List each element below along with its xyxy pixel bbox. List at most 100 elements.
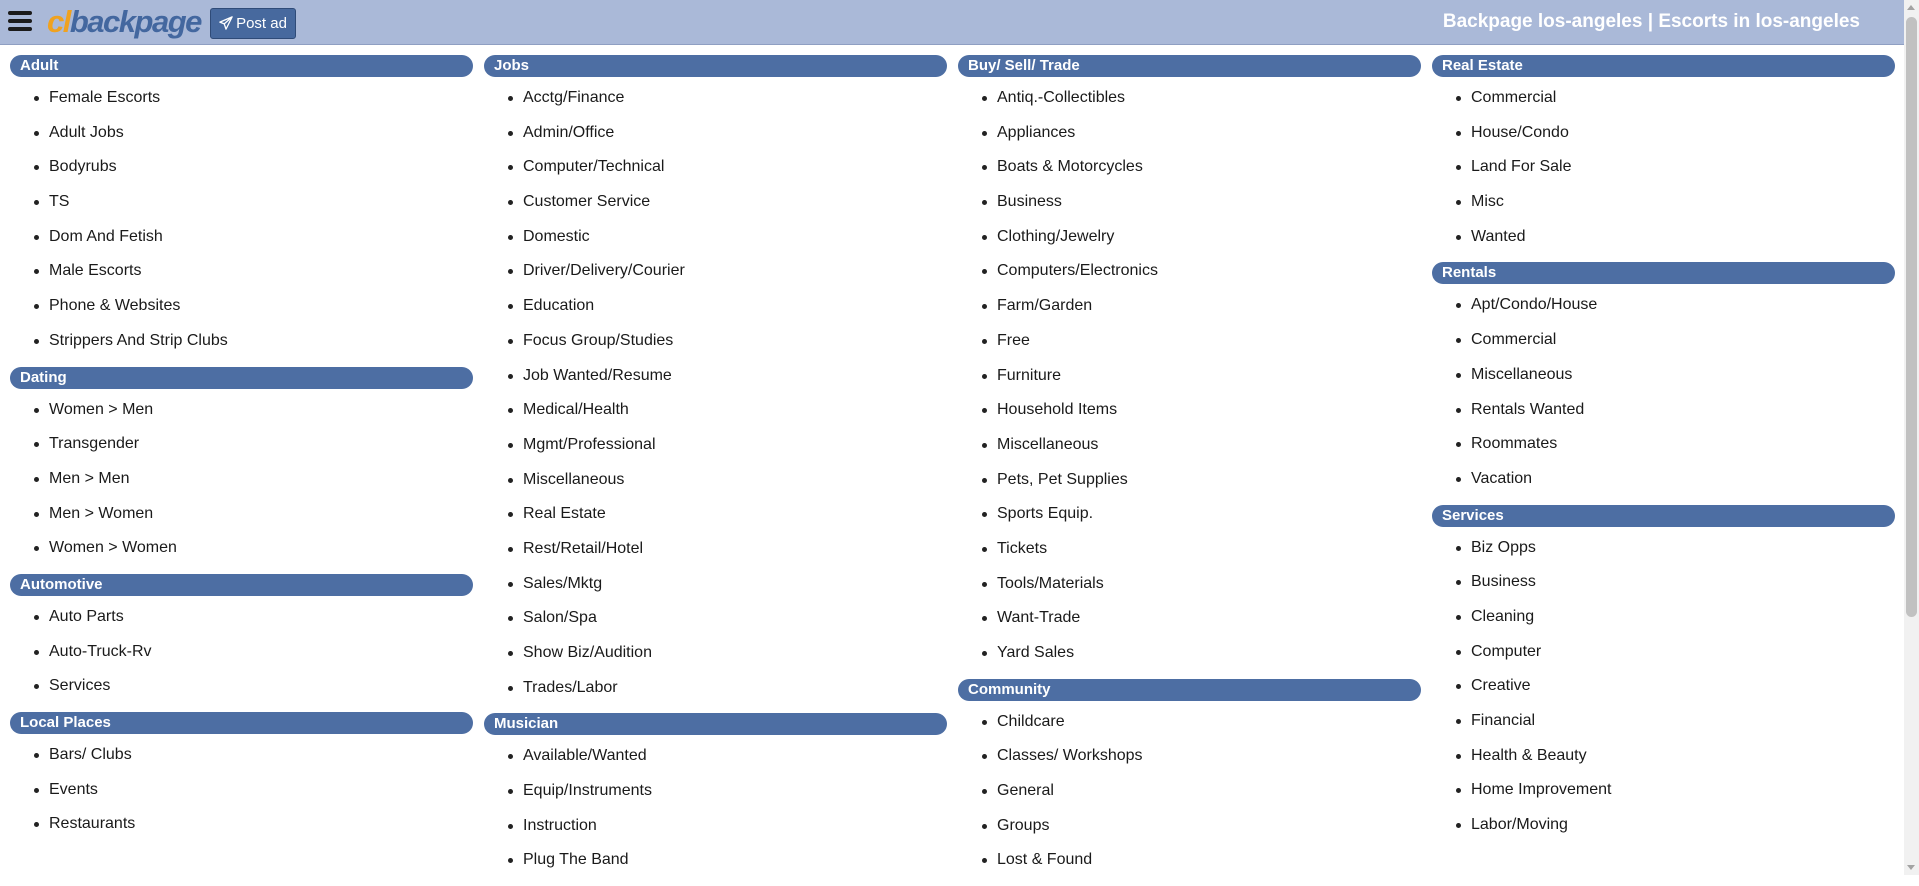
category-link[interactable]: Financial bbox=[1471, 712, 1535, 729]
category-header-adult[interactable]: Adult bbox=[10, 55, 473, 77]
category-link[interactable]: Rest/Retail/Hotel bbox=[523, 540, 643, 557]
category-link[interactable]: Trades/Labor bbox=[523, 679, 618, 696]
category-link[interactable]: Miscellaneous bbox=[1471, 366, 1572, 383]
category-header-musician[interactable]: Musician bbox=[484, 713, 947, 736]
category-link[interactable]: Home Improvement bbox=[1471, 781, 1612, 798]
category-link[interactable]: Yard Sales bbox=[997, 644, 1074, 661]
category-link[interactable]: General bbox=[997, 782, 1054, 799]
category-header-rentals[interactable]: Rentals bbox=[1432, 262, 1895, 285]
category-link[interactable]: Adult Jobs bbox=[49, 124, 124, 141]
category-link[interactable]: Miscellaneous bbox=[997, 436, 1098, 453]
category-link[interactable]: Auto-Truck-Rv bbox=[49, 643, 152, 660]
scroll-up-icon[interactable] bbox=[1907, 5, 1915, 10]
scrollbar-thumb[interactable] bbox=[1906, 17, 1917, 617]
category-link[interactable]: Female Escorts bbox=[49, 89, 160, 106]
category-link[interactable]: Vacation bbox=[1471, 470, 1532, 487]
category-link[interactable]: Women > Women bbox=[49, 539, 177, 556]
category-link[interactable]: Commercial bbox=[1471, 331, 1556, 348]
category-link[interactable]: Household Items bbox=[997, 401, 1117, 418]
category-header-services[interactable]: Services bbox=[1432, 504, 1895, 527]
category-header-jobs[interactable]: Jobs bbox=[484, 55, 947, 77]
category-link[interactable]: Education bbox=[523, 297, 594, 314]
category-link[interactable]: Biz Opps bbox=[1471, 539, 1536, 556]
category-link[interactable]: Wanted bbox=[1471, 228, 1526, 245]
category-link[interactable]: Misc bbox=[1471, 193, 1504, 210]
category-link[interactable]: Admin/Office bbox=[523, 124, 614, 141]
category-link[interactable]: Driver/Delivery/Courier bbox=[523, 262, 685, 279]
category-link[interactable]: Pets, Pet Supplies bbox=[997, 471, 1128, 488]
category-link[interactable]: Childcare bbox=[997, 713, 1065, 730]
category-link[interactable]: Boats & Motorcycles bbox=[997, 158, 1143, 175]
site-logo[interactable]: clbackpage bbox=[47, 4, 202, 40]
category-link[interactable]: Domestic bbox=[523, 228, 590, 245]
category-link[interactable]: Men > Men bbox=[49, 470, 129, 487]
category-link[interactable]: Instruction bbox=[523, 817, 597, 834]
category-link[interactable]: Antiq.-Collectibles bbox=[997, 89, 1125, 106]
category-link[interactable]: TS bbox=[49, 193, 69, 210]
category-link[interactable]: Show Biz/Audition bbox=[523, 644, 652, 661]
category-link[interactable]: Farm/Garden bbox=[997, 297, 1092, 314]
category-link[interactable]: Labor/Moving bbox=[1471, 816, 1568, 833]
category-link[interactable]: Plug The Band bbox=[523, 851, 629, 868]
category-header-real-estate[interactable]: Real Estate bbox=[1432, 55, 1895, 77]
category-link[interactable]: Strippers And Strip Clubs bbox=[49, 332, 228, 349]
vertical-scrollbar[interactable] bbox=[1904, 0, 1919, 875]
category-link[interactable]: Lost & Found bbox=[997, 851, 1092, 868]
category-link[interactable]: Focus Group/Studies bbox=[523, 332, 673, 349]
category-link[interactable]: Tools/Materials bbox=[997, 575, 1104, 592]
scroll-down-icon[interactable] bbox=[1907, 865, 1915, 870]
category-header-community[interactable]: Community bbox=[958, 678, 1421, 701]
category-header-buy-sell-trade[interactable]: Buy/ Sell/ Trade bbox=[958, 55, 1421, 77]
category-link[interactable]: Auto Parts bbox=[49, 608, 124, 625]
category-link[interactable]: Events bbox=[49, 781, 98, 798]
category-header-local-places[interactable]: Local Places bbox=[10, 712, 473, 734]
category-link[interactable]: Sales/Mktg bbox=[523, 575, 602, 592]
category-link[interactable]: Men > Women bbox=[49, 505, 153, 522]
category-link[interactable]: Bars/ Clubs bbox=[49, 746, 132, 763]
category-link[interactable]: Groups bbox=[997, 817, 1049, 834]
category-link[interactable]: Acctg/Finance bbox=[523, 89, 624, 106]
category-link[interactable]: Roommates bbox=[1471, 435, 1557, 452]
category-link[interactable]: Land For Sale bbox=[1471, 158, 1572, 175]
category-link[interactable]: Commercial bbox=[1471, 89, 1556, 106]
category-link[interactable]: Sports Equip. bbox=[997, 505, 1093, 522]
category-link[interactable]: Job Wanted/Resume bbox=[523, 367, 672, 384]
category-link[interactable]: Free bbox=[997, 332, 1030, 349]
category-link[interactable]: Customer Service bbox=[523, 193, 650, 210]
category-header-automotive[interactable]: Automotive bbox=[10, 573, 473, 596]
category-link[interactable]: Phone & Websites bbox=[49, 297, 180, 314]
category-link[interactable]: Transgender bbox=[49, 435, 139, 452]
category-link[interactable]: Want-Trade bbox=[997, 609, 1080, 626]
category-link[interactable]: Equip/Instruments bbox=[523, 782, 652, 799]
post-ad-button[interactable]: Post ad bbox=[210, 8, 296, 39]
category-link[interactable]: Computer/Technical bbox=[523, 158, 664, 175]
category-link[interactable]: Services bbox=[49, 677, 110, 694]
category-link[interactable]: Computer bbox=[1471, 643, 1541, 660]
category-link[interactable]: Appliances bbox=[997, 124, 1075, 141]
category-link[interactable]: Salon/Spa bbox=[523, 609, 597, 626]
category-link[interactable]: Bodyrubs bbox=[49, 158, 117, 175]
category-link[interactable]: Clothing/Jewelry bbox=[997, 228, 1114, 245]
category-link[interactable]: Computers/Electronics bbox=[997, 262, 1158, 279]
category-link[interactable]: Male Escorts bbox=[49, 262, 141, 279]
category-link[interactable]: Cleaning bbox=[1471, 608, 1534, 625]
category-link[interactable]: Apt/Condo/House bbox=[1471, 296, 1597, 313]
category-link[interactable]: Women > Men bbox=[49, 401, 153, 418]
category-link[interactable]: Available/Wanted bbox=[523, 747, 647, 764]
menu-icon[interactable] bbox=[8, 11, 32, 33]
category-link[interactable]: Business bbox=[1471, 573, 1536, 590]
category-link[interactable]: Miscellaneous bbox=[523, 471, 624, 488]
category-link[interactable]: Business bbox=[997, 193, 1062, 210]
category-link[interactable]: Creative bbox=[1471, 677, 1531, 694]
category-link[interactable]: Classes/ Workshops bbox=[997, 747, 1143, 764]
category-link[interactable]: Rentals Wanted bbox=[1471, 401, 1584, 418]
category-link[interactable]: Medical/Health bbox=[523, 401, 629, 418]
category-link[interactable]: Real Estate bbox=[523, 505, 606, 522]
category-link[interactable]: House/Condo bbox=[1471, 124, 1569, 141]
category-link[interactable]: Furniture bbox=[997, 367, 1061, 384]
category-link[interactable]: Health & Beauty bbox=[1471, 747, 1587, 764]
category-link[interactable]: Dom And Fetish bbox=[49, 228, 163, 245]
category-link[interactable]: Tickets bbox=[997, 540, 1047, 557]
category-link[interactable]: Restaurants bbox=[49, 815, 135, 832]
category-header-dating[interactable]: Dating bbox=[10, 366, 473, 389]
